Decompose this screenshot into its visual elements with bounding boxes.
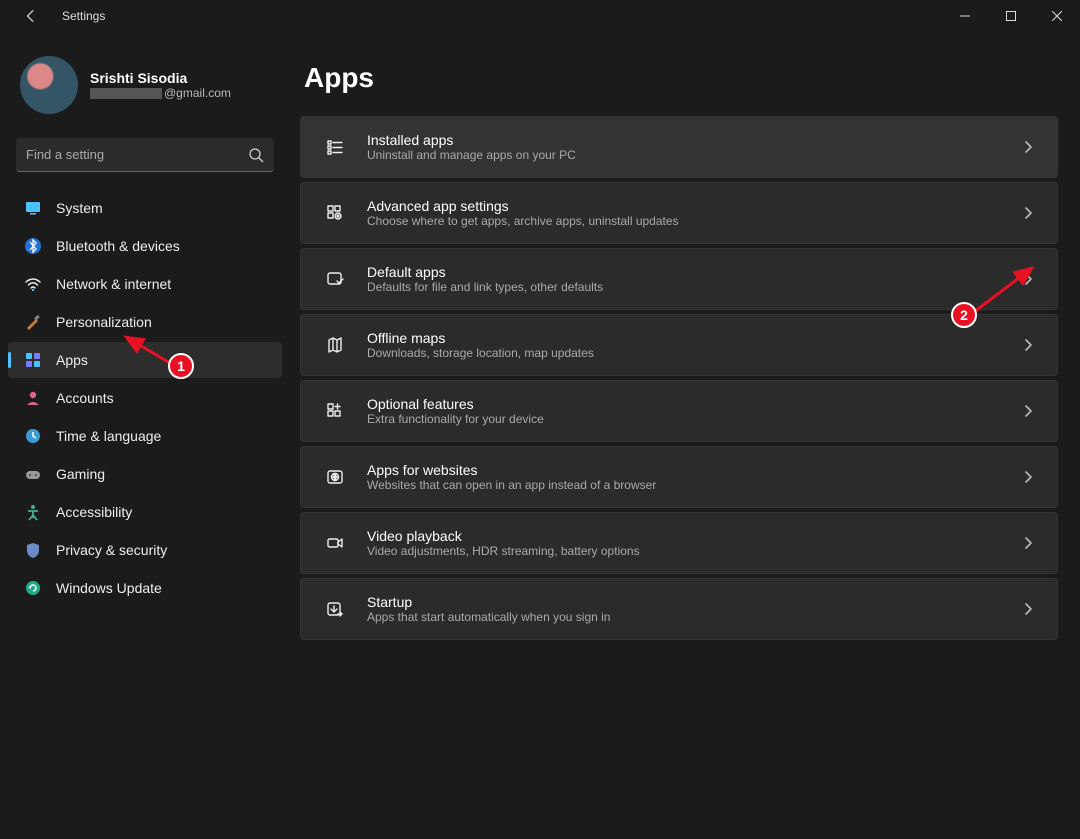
search-box[interactable] [16, 138, 274, 172]
user-email: @gmail.com [90, 86, 231, 100]
card-title: Optional features [367, 396, 1019, 412]
user-name: Srishti Sisodia [90, 70, 231, 86]
main-content: Apps Installed apps Uninstall and manage… [290, 32, 1080, 839]
sidebar-item-accounts[interactable]: Accounts [8, 380, 282, 416]
globe-rect-icon [321, 468, 349, 486]
sidebar-item-network[interactable]: Network & internet [8, 266, 282, 302]
back-button[interactable] [20, 5, 42, 27]
card-subtitle: Video adjustments, HDR streaming, batter… [367, 544, 1019, 558]
card-offline[interactable]: Offline maps Downloads, storage location… [300, 314, 1058, 376]
card-list: Installed apps Uninstall and manage apps… [300, 116, 1058, 640]
card-subtitle: Defaults for file and link types, other … [367, 280, 1019, 294]
card-websites[interactable]: Apps for websites Websites that can open… [300, 446, 1058, 508]
search-icon [248, 147, 264, 163]
access-icon [24, 503, 42, 521]
card-title: Video playback [367, 528, 1019, 544]
email-redacted [90, 88, 162, 99]
nav-list: System Bluetooth & devices Network & inter… [8, 190, 282, 606]
card-advanced[interactable]: Advanced app settings Choose where to ge… [300, 182, 1058, 244]
titlebar: Settings [0, 0, 1080, 32]
card-optional[interactable]: Optional features Extra functionality fo… [300, 380, 1058, 442]
maximize-button[interactable] [988, 0, 1034, 32]
sidebar-item-apps[interactable]: Apps [8, 342, 282, 378]
grid-gear-icon [321, 204, 349, 222]
card-installed[interactable]: Installed apps Uninstall and manage apps… [300, 116, 1058, 178]
maximize-icon [1006, 11, 1016, 21]
brush-icon [24, 313, 42, 331]
wifi-icon [24, 275, 42, 293]
user-email-suffix: @gmail.com [164, 86, 231, 100]
close-icon [1052, 11, 1062, 21]
chevron-right-icon [1019, 140, 1037, 154]
card-title: Default apps [367, 264, 1019, 280]
card-subtitle: Extra functionality for your device [367, 412, 1019, 426]
shield-icon [24, 541, 42, 559]
sidebar-item-label: Personalization [56, 314, 152, 330]
card-title: Startup [367, 594, 1019, 610]
window-controls [942, 0, 1080, 32]
card-title: Installed apps [367, 132, 1019, 148]
video-icon [321, 534, 349, 552]
card-subtitle: Websites that can open in an app instead… [367, 478, 1019, 492]
search-input[interactable] [26, 147, 248, 162]
sidebar-item-label: Privacy & security [56, 542, 167, 558]
sidebar-item-label: Bluetooth & devices [56, 238, 180, 254]
card-subtitle: Downloads, storage location, map updates [367, 346, 1019, 360]
chevron-right-icon [1019, 206, 1037, 220]
card-subtitle: Choose where to get apps, archive apps, … [367, 214, 1019, 228]
monitor-icon [24, 199, 42, 217]
bluetooth-icon [24, 237, 42, 255]
list-icon [321, 138, 349, 156]
arrow-left-icon [24, 9, 38, 23]
sidebar-item-system[interactable]: System [8, 190, 282, 226]
update-icon [24, 579, 42, 597]
sidebar: Srishti Sisodia @gmail.com System Bluetoo… [0, 32, 290, 839]
sidebar-item-personalization[interactable]: Personalization [8, 304, 282, 340]
minimize-button[interactable] [942, 0, 988, 32]
rect-check-icon [321, 270, 349, 288]
sidebar-item-label: Accessibility [56, 504, 132, 520]
clock-icon [24, 427, 42, 445]
window-title: Settings [62, 9, 105, 23]
chevron-right-icon [1019, 338, 1037, 352]
sidebar-item-label: Time & language [56, 428, 161, 444]
sidebar-item-bluetooth[interactable]: Bluetooth & devices [8, 228, 282, 264]
sidebar-item-update[interactable]: Windows Update [8, 570, 282, 606]
grid-plus-icon [321, 402, 349, 420]
close-button[interactable] [1034, 0, 1080, 32]
sidebar-item-gaming[interactable]: Gaming [8, 456, 282, 492]
chevron-right-icon [1019, 536, 1037, 550]
sidebar-item-time[interactable]: Time & language [8, 418, 282, 454]
sidebar-item-label: Gaming [56, 466, 105, 482]
chevron-right-icon [1019, 602, 1037, 616]
card-title: Offline maps [367, 330, 1019, 346]
chevron-right-icon [1019, 470, 1037, 484]
power-arrow-icon [321, 600, 349, 618]
gamepad-icon [24, 465, 42, 483]
card-subtitle: Uninstall and manage apps on your PC [367, 148, 1019, 162]
apps-icon [24, 351, 42, 369]
sidebar-item-label: Apps [56, 352, 88, 368]
card-default[interactable]: Default apps Defaults for file and link … [300, 248, 1058, 310]
chevron-right-icon [1019, 272, 1037, 286]
avatar [20, 56, 78, 114]
user-block[interactable]: Srishti Sisodia @gmail.com [8, 50, 282, 132]
sidebar-item-label: Accounts [56, 390, 114, 406]
card-subtitle: Apps that start automatically when you s… [367, 610, 1019, 624]
card-startup[interactable]: Startup Apps that start automatically wh… [300, 578, 1058, 640]
minimize-icon [960, 11, 970, 21]
chevron-right-icon [1019, 404, 1037, 418]
sidebar-item-accessibility[interactable]: Accessibility [8, 494, 282, 530]
card-title: Advanced app settings [367, 198, 1019, 214]
card-title: Apps for websites [367, 462, 1019, 478]
sidebar-item-label: System [56, 200, 103, 216]
person-icon [24, 389, 42, 407]
card-video[interactable]: Video playback Video adjustments, HDR st… [300, 512, 1058, 574]
sidebar-item-label: Windows Update [56, 580, 162, 596]
map-icon [321, 336, 349, 354]
sidebar-item-label: Network & internet [56, 276, 171, 292]
page-title: Apps [304, 62, 1058, 94]
sidebar-item-privacy[interactable]: Privacy & security [8, 532, 282, 568]
